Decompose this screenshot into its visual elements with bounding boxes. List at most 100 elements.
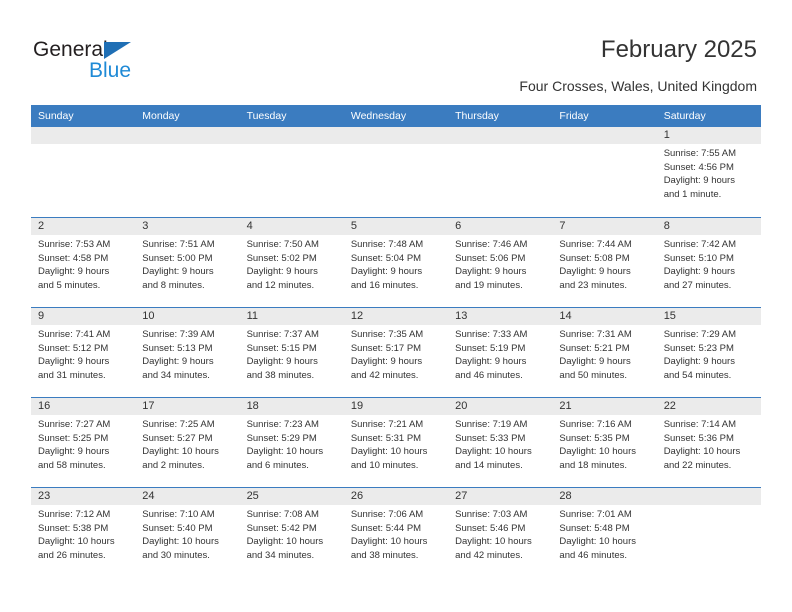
day-detail-line: Sunrise: 7:14 AM bbox=[663, 419, 737, 430]
calendar-day-cell-7[interactable]: 7 Sunrise: 7:44 AM Sunset: 5:08 PM Daylight… bbox=[552, 218, 657, 307]
day-detail-line: Sunrise: 7:23 AM bbox=[246, 419, 319, 430]
day-details: Sunrise: 7:37 AM Sunset: 5:15 PM Daylight:… bbox=[240, 325, 344, 382]
day-detail-line: and 38 minutes. bbox=[246, 369, 315, 381]
calendar-day-cell-9[interactable]: 9 Sunrise: 7:41 AM Sunset: 5:12 PM Daylight… bbox=[31, 308, 136, 397]
calendar-week-row: 1 Sunrise: 7:55 AM Sunset: 4:56 PM Daylight… bbox=[31, 127, 761, 217]
day-detail-line: Sunset: 5:02 PM bbox=[246, 252, 317, 264]
day-detail-line: Sunrise: 7:06 AM bbox=[350, 509, 424, 520]
day-number-band bbox=[656, 488, 761, 505]
day-detail-line: Daylight: 9 hours bbox=[559, 266, 631, 277]
calendar-day-cell-3[interactable]: 3 Sunrise: 7:51 AM Sunset: 5:00 PM Daylight… bbox=[135, 218, 240, 307]
day-detail-line: Daylight: 10 hours bbox=[559, 536, 636, 547]
day-detail-line: Sunrise: 7:46 AM bbox=[455, 239, 528, 250]
calendar-day-cell-2[interactable]: 2 Sunrise: 7:53 AM Sunset: 4:58 PM Daylight… bbox=[31, 218, 136, 307]
day-details: Sunrise: 7:39 AM Sunset: 5:13 PM Daylight:… bbox=[135, 325, 239, 382]
day-detail-line: and 34 minutes. bbox=[246, 549, 315, 561]
day-detail-line: Sunrise: 7:19 AM bbox=[455, 419, 528, 430]
calendar-day-cell-empty bbox=[135, 127, 240, 217]
calendar-day-cell-12[interactable]: 12 Sunrise: 7:35 AM Sunset: 5:17 PM Dayligh… bbox=[343, 308, 449, 397]
day-number: 16 bbox=[38, 400, 51, 412]
day-detail-line: and 22 minutes. bbox=[663, 459, 732, 471]
calendar-day-cell-24[interactable]: 24 Sunrise: 7:10 AM Sunset: 5:40 PM Dayligh… bbox=[135, 488, 240, 577]
calendar-day-cell-10[interactable]: 10 Sunrise: 7:39 AM Sunset: 5:13 PM Dayligh… bbox=[135, 308, 240, 397]
day-number: 24 bbox=[142, 490, 155, 502]
day-details: Sunrise: 7:50 AM Sunset: 5:02 PM Daylight:… bbox=[240, 235, 344, 292]
day-number: 26 bbox=[350, 490, 364, 502]
day-detail-line: Sunset: 5:25 PM bbox=[38, 432, 109, 444]
day-number-band bbox=[31, 308, 136, 325]
calendar-day-cell-21[interactable]: 21 Sunrise: 7:16 AM Sunset: 5:35 PM Dayligh… bbox=[552, 398, 657, 487]
calendar-day-cell-1[interactable]: 1 Sunrise: 7:55 AM Sunset: 4:56 PM Daylight… bbox=[656, 127, 761, 217]
day-detail-line: Sunset: 5:31 PM bbox=[350, 432, 422, 444]
day-detail-line: Sunset: 5:38 PM bbox=[38, 522, 109, 534]
day-number: 12 bbox=[350, 310, 364, 322]
day-number: 10 bbox=[142, 310, 155, 322]
calendar-day-cell-23[interactable]: 23 Sunrise: 7:12 AM Sunset: 5:38 PM Dayligh… bbox=[31, 488, 136, 577]
logo-triangle-icon bbox=[104, 42, 131, 59]
day-detail-line: Daylight: 9 hours bbox=[246, 356, 318, 367]
day-detail-line: Daylight: 10 hours bbox=[38, 536, 115, 547]
calendar-day-cell-25[interactable]: 25 Sunrise: 7:08 AM Sunset: 5:42 PM Dayligh… bbox=[239, 488, 344, 577]
day-detail-line: Daylight: 9 hours bbox=[559, 356, 631, 367]
day-details: Sunrise: 7:41 AM Sunset: 5:12 PM Daylight:… bbox=[31, 325, 135, 382]
day-number-band bbox=[448, 127, 553, 144]
day-detail-line: Sunset: 5:29 PM bbox=[246, 432, 317, 444]
day-detail-line: and 54 minutes. bbox=[663, 369, 732, 381]
calendar-day-cell-19[interactable]: 19 Sunrise: 7:21 AM Sunset: 5:31 PM Dayligh… bbox=[343, 398, 449, 487]
day-number: 25 bbox=[246, 490, 259, 502]
weekday-header-friday: Friday bbox=[559, 110, 589, 122]
day-detail-line: and 14 minutes. bbox=[455, 459, 523, 471]
day-details: Sunrise: 7:23 AM Sunset: 5:29 PM Daylight:… bbox=[240, 415, 344, 472]
calendar-day-cell-26[interactable]: 26 Sunrise: 7:06 AM Sunset: 5:44 PM Dayligh… bbox=[343, 488, 449, 577]
day-number: 7 bbox=[559, 220, 566, 232]
day-detail-line: Daylight: 10 hours bbox=[455, 446, 532, 457]
calendar-day-cell-11[interactable]: 11 Sunrise: 7:37 AM Sunset: 5:15 PM Dayligh… bbox=[239, 308, 344, 397]
day-details: Sunrise: 7:01 AM Sunset: 5:48 PM Daylight:… bbox=[552, 505, 656, 562]
day-details: Sunrise: 7:27 AM Sunset: 5:25 PM Daylight:… bbox=[31, 415, 135, 472]
day-detail-line: Sunset: 5:35 PM bbox=[559, 432, 630, 444]
calendar-day-cell-16[interactable]: 16 Sunrise: 7:27 AM Sunset: 5:25 PM Dayligh… bbox=[31, 398, 136, 487]
calendar-week-row: 9 Sunrise: 7:41 AM Sunset: 5:12 PM Daylight… bbox=[31, 307, 761, 397]
day-number-band bbox=[135, 127, 240, 144]
day-detail-line: Daylight: 10 hours bbox=[350, 446, 428, 457]
calendar-day-cell-4[interactable]: 4 Sunrise: 7:50 AM Sunset: 5:02 PM Daylight… bbox=[239, 218, 344, 307]
day-detail-line: and 16 minutes. bbox=[350, 279, 419, 291]
calendar-day-cell-14[interactable]: 14 Sunrise: 7:31 AM Sunset: 5:21 PM Dayligh… bbox=[552, 308, 657, 397]
day-detail-line: Sunset: 5:04 PM bbox=[350, 252, 422, 264]
calendar-day-cell-5[interactable]: 5 Sunrise: 7:48 AM Sunset: 5:04 PM Daylight… bbox=[343, 218, 449, 307]
day-number: 18 bbox=[246, 400, 259, 412]
day-details: Sunrise: 7:46 AM Sunset: 5:06 PM Daylight:… bbox=[448, 235, 552, 292]
day-number: 22 bbox=[663, 400, 676, 412]
day-detail-line: Sunrise: 7:33 AM bbox=[455, 329, 528, 340]
day-detail-line: Sunset: 5:33 PM bbox=[455, 432, 526, 444]
calendar-day-cell-15[interactable]: 15 Sunrise: 7:29 AM Sunset: 5:23 PM Dayligh… bbox=[656, 308, 761, 397]
calendar-day-cell-18[interactable]: 18 Sunrise: 7:23 AM Sunset: 5:29 PM Dayligh… bbox=[239, 398, 344, 487]
day-detail-line: Sunset: 5:17 PM bbox=[350, 342, 422, 354]
day-detail-line: Sunrise: 7:01 AM bbox=[559, 509, 632, 520]
day-detail-line: and 18 minutes. bbox=[559, 459, 628, 471]
generalblue-logo[interactable]: General Blue bbox=[33, 38, 233, 94]
calendar-day-cell-empty bbox=[448, 127, 553, 217]
calendar-day-cell-27[interactable]: 27 Sunrise: 7:03 AM Sunset: 5:46 PM Dayligh… bbox=[448, 488, 553, 577]
day-number: 4 bbox=[246, 220, 253, 232]
day-detail-line: Sunrise: 7:41 AM bbox=[38, 329, 111, 340]
calendar-day-cell-20[interactable]: 20 Sunrise: 7:19 AM Sunset: 5:33 PM Dayligh… bbox=[448, 398, 553, 487]
calendar-week-row: 2 Sunrise: 7:53 AM Sunset: 4:58 PM Daylight… bbox=[31, 217, 761, 307]
calendar-day-cell-6[interactable]: 6 Sunrise: 7:46 AM Sunset: 5:06 PM Daylight… bbox=[448, 218, 553, 307]
day-detail-line: and 19 minutes. bbox=[455, 279, 523, 291]
calendar-day-cell-empty bbox=[239, 127, 344, 217]
calendar-page: General Blue February 2025 Four Crosses,… bbox=[0, 0, 792, 612]
day-detail-line: and 42 minutes. bbox=[350, 369, 419, 381]
day-details: Sunrise: 7:03 AM Sunset: 5:46 PM Daylight:… bbox=[448, 505, 552, 562]
calendar-day-cell-8[interactable]: 8 Sunrise: 7:42 AM Sunset: 5:10 PM Daylight… bbox=[656, 218, 761, 307]
calendar-day-cell-17[interactable]: 17 Sunrise: 7:25 AM Sunset: 5:27 PM Dayligh… bbox=[135, 398, 240, 487]
calendar-day-cell-13[interactable]: 13 Sunrise: 7:33 AM Sunset: 5:19 PM Dayligh… bbox=[448, 308, 553, 397]
day-number-band bbox=[656, 218, 761, 235]
day-detail-line: and 2 minutes. bbox=[142, 459, 205, 471]
calendar-day-cell-22[interactable]: 22 Sunrise: 7:14 AM Sunset: 5:36 PM Dayligh… bbox=[656, 398, 761, 487]
day-detail-line: Sunset: 5:00 PM bbox=[142, 252, 213, 264]
calendar-day-cell-28[interactable]: 28 Sunrise: 7:01 AM Sunset: 5:48 PM Dayligh… bbox=[552, 488, 657, 577]
day-number-band bbox=[31, 218, 136, 235]
day-detail-line: Daylight: 9 hours bbox=[663, 175, 735, 186]
day-detail-line: Sunrise: 7:44 AM bbox=[559, 239, 632, 250]
